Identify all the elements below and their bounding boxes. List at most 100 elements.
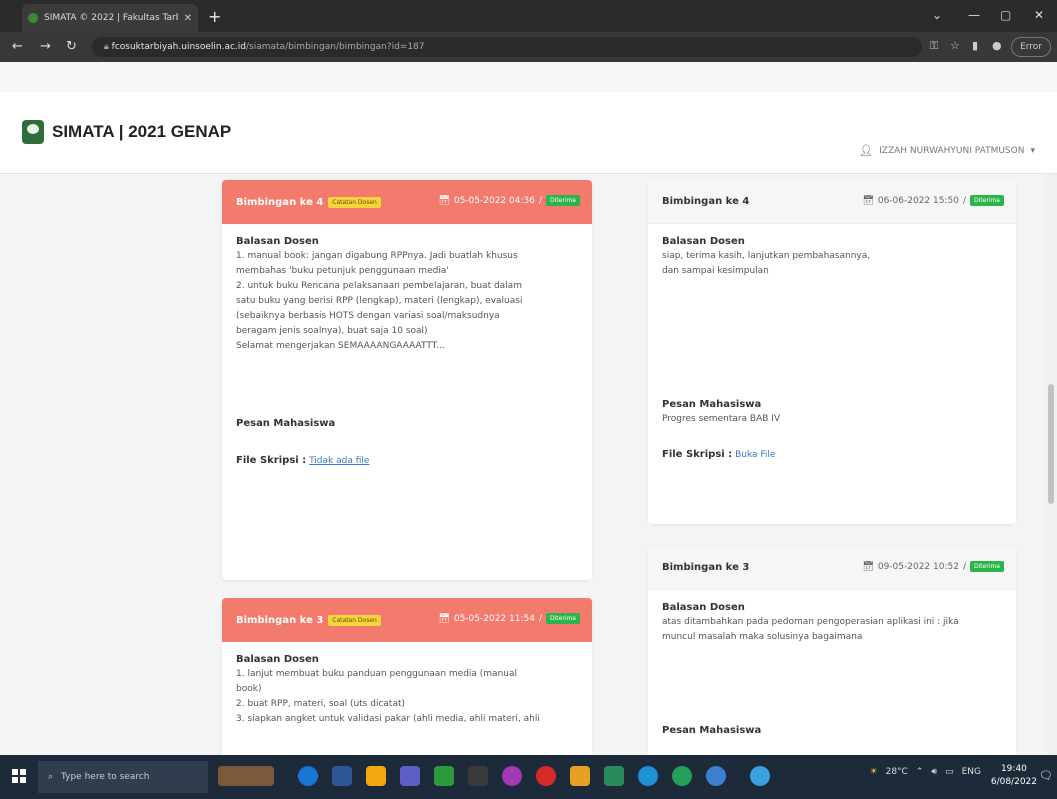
reply-line: 2. untuk buku Rencana pelaksanaan pembel… (236, 281, 522, 291)
excel-icon[interactable] (434, 766, 454, 786)
card-header: Bimbingan ke 4 📅︎ 06-06-2022 15:50 / Dit… (648, 180, 1016, 224)
error-button[interactable]: Error (1011, 37, 1051, 57)
browser-tab[interactable]: SIMATA © 2022 | Fakultas Tarbiy ✕ (22, 4, 198, 32)
chevron-up-icon[interactable]: ⌃ (916, 767, 924, 777)
network-icon[interactable]: ▭ (945, 767, 954, 777)
reply-line: atas ditambahkan pada pedoman pengoperas… (662, 617, 959, 627)
sidebar-icon[interactable]: ▮ (972, 39, 978, 52)
calendar-icon: 📅︎ (438, 195, 450, 206)
calendar-icon: 📅︎ (438, 613, 450, 624)
card-body: Balasan Dosen atas ditambahkan pada pedo… (648, 590, 1016, 748)
chevron-down-icon[interactable]: ⌄ (932, 8, 942, 22)
forward-icon[interactable]: → (40, 39, 51, 54)
store-icon[interactable] (468, 766, 488, 786)
explorer-icon[interactable] (366, 766, 386, 786)
card-header: Bimbingan ke 3 Catatan Dosen 📅︎ 05-05-20… (222, 598, 592, 642)
edge-icon[interactable] (298, 766, 318, 786)
minimize-icon[interactable]: — (968, 8, 980, 22)
clock-time: 19:40 (1000, 764, 1027, 774)
maximize-icon[interactable]: ▢ (1000, 8, 1011, 22)
card-title: Bimbingan ke 4 (236, 196, 324, 208)
reply-line: 1. manual book: jangan digabung RPPnya. … (236, 251, 518, 261)
message-label: Pesan Mahasiswa (236, 418, 336, 429)
word-icon[interactable] (332, 766, 352, 786)
bimbingan-card-left-1: Bimbingan ke 4 Catatan Dosen 📅︎ 05-05-20… (222, 180, 592, 580)
calendar-icon: 📅︎ (862, 561, 874, 572)
taskbar-search[interactable]: ⌕ Type here to search (38, 761, 208, 793)
reply-line: 1. lanjut membuat buku panduan penggunaa… (236, 669, 517, 679)
card-date: 09-05-2022 10:52 (877, 561, 959, 572)
key-icon[interactable]: ⚿ (930, 39, 938, 53)
status-badge: Diterima (970, 195, 1004, 206)
card-date-status: 📅︎ 05-05-2022 04:36 / Diterima (438, 195, 580, 206)
scrollbar-thumb[interactable] (1048, 384, 1054, 504)
user-menu[interactable]: 👤︎ IZZAH NURWAHYUNI PATMUSON ▾ (859, 144, 1035, 157)
catatan-dosen-badge[interactable]: Catatan Dosen (328, 614, 381, 626)
address-bar-row: ← → ↻ 🔒︎ fcosuktarbiyah.uinsoelin.ac.id/… (0, 32, 1057, 62)
brand-title: SIMATA | 2021 GENAP (52, 122, 232, 141)
status-badge: Diterima (546, 613, 580, 624)
card-header: Bimbingan ke 3 📅︎ 09-05-2022 10:52 / Dit… (648, 546, 1016, 590)
clock[interactable]: 19:40 6/08/2022 (991, 763, 1037, 789)
status-badge: Diterima (970, 561, 1004, 572)
status-badge: Diterima (546, 195, 580, 206)
app-icon[interactable] (400, 766, 420, 786)
app-header: SIMATA | 2021 GENAP 👤︎ IZZAH NURWAHYUNI … (0, 92, 1057, 174)
star-icon[interactable]: ☆ (950, 39, 960, 52)
user-icon: 👤︎ (859, 144, 874, 157)
reply-label: Balasan Dosen (662, 236, 745, 247)
reply-line: satu buku yang berisi RPP (lengkap), mat… (236, 296, 523, 306)
close-tab-icon[interactable]: ✕ (184, 13, 192, 24)
chrome-profile-icon[interactable] (672, 766, 692, 786)
open-file-link[interactable]: Buka File (735, 450, 775, 460)
taskbar: ⌕ Type here to search ☀ 28°C ⌃ 🔊︎ ▭ ENG … (0, 755, 1057, 799)
logo-icon (22, 120, 44, 144)
reply-label: Balasan Dosen (662, 602, 745, 613)
message-label: Pesan Mahasiswa (662, 725, 762, 736)
folder-icon[interactable] (570, 766, 590, 786)
file-link[interactable]: Tidak ada file (309, 456, 369, 466)
reply-line: muncul masalah maka solusinya bagaimana (662, 632, 863, 642)
card-header: Bimbingan ke 4 Catatan Dosen 📅︎ 05-05-20… (222, 180, 592, 224)
search-placeholder: Type here to search (61, 772, 150, 782)
catatan-dosen-badge[interactable]: Catatan Dosen (328, 196, 381, 208)
reply-label: Balasan Dosen (236, 654, 319, 665)
reload-icon[interactable]: ↻ (66, 39, 77, 54)
language-indicator[interactable]: ENG (962, 767, 981, 777)
user-name: IZZAH NURWAHYUNI PATMUSON (879, 145, 1025, 156)
media-icon[interactable] (502, 766, 522, 786)
chrome-active-icon[interactable] (706, 766, 726, 786)
new-tab-icon[interactable]: + (208, 7, 221, 26)
weather-icon[interactable]: ☀ (870, 767, 878, 777)
url-input[interactable]: 🔒︎ fcosuktarbiyah.uinsoelin.ac.id/siamat… (92, 37, 922, 57)
file-row: File Skripsi : Buka File (662, 447, 1002, 463)
notification-icon[interactable]: 🗨︎ (1039, 769, 1053, 782)
reply-line: Selamat mengerjakan SEMAAAANGAAAATTT... (236, 341, 445, 351)
reply-line: book) (236, 684, 262, 694)
page-scrollbar[interactable] (1045, 174, 1057, 755)
opera-icon[interactable] (536, 766, 556, 786)
windows-start-icon[interactable] (12, 769, 26, 783)
card-title: Bimbingan ke 3 (662, 562, 750, 573)
message-text: Progres sementara BAB IV (662, 414, 781, 424)
wallpaper-widget-icon[interactable] (218, 766, 274, 786)
brand[interactable]: SIMATA | 2021 GENAP (22, 120, 231, 144)
profile-icon[interactable]: ● (992, 39, 1002, 52)
volume-icon[interactable]: 🔊︎ (931, 767, 937, 777)
weather-temp[interactable]: 28°C (886, 767, 908, 777)
file-row: File Skripsi : Tidak ada file (236, 453, 578, 469)
url-path: /siamata/bimbingan/bimbingan?id=187 (246, 42, 425, 52)
chrome-icon[interactable] (638, 766, 658, 786)
close-window-icon[interactable]: ✕ (1034, 8, 1044, 22)
search-icon: ⌕ (48, 772, 54, 782)
bimbingan-card-right-1: Bimbingan ke 4 📅︎ 06-06-2022 15:50 / Dit… (648, 180, 1016, 524)
reply-line: (sebaiknya berbasis HOTS dengan variasi … (236, 311, 500, 321)
chart-app-icon[interactable] (604, 766, 624, 786)
card-date: 05-05-2022 04:36 (453, 195, 535, 206)
back-icon[interactable]: ← (12, 39, 23, 54)
bimbingan-card-right-2: Bimbingan ke 3 📅︎ 09-05-2022 10:52 / Dit… (648, 546, 1016, 755)
reply-line: membahas 'buku petunjuk penggunaan media… (236, 266, 449, 276)
calendar-icon: 📅︎ (862, 195, 874, 206)
network-app-icon[interactable] (750, 766, 770, 786)
card-body: Balasan Dosen siap, terima kasih, lanjut… (648, 224, 1016, 473)
